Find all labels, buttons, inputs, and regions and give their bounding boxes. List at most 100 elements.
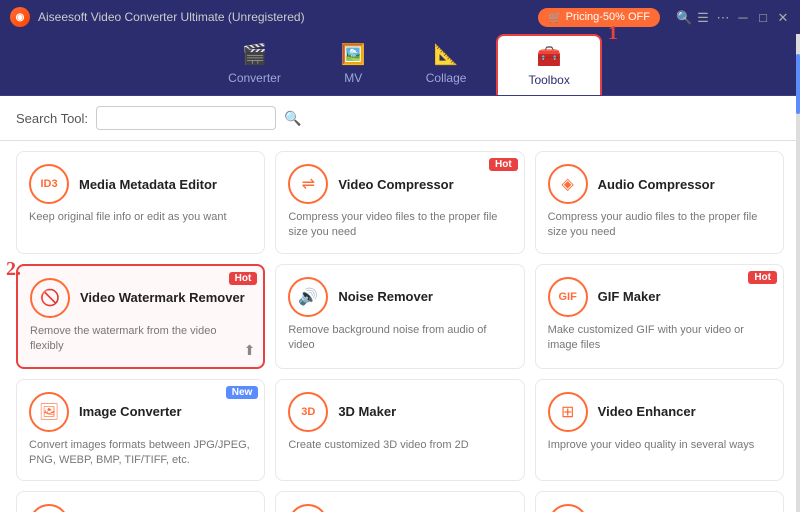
tool-icon-noise-remover: 🔊 [288,277,328,317]
tool-icon-3d-maker: 3D [288,392,328,432]
annotation-2: 2. [6,258,21,281]
tool-card-video-cropper[interactable]: ⊡ Video Cropper Crop the redundant video… [535,491,784,512]
tool-name-gif-maker: GIF Maker [598,289,771,304]
tool-icon-gif-maker: GIF [548,277,588,317]
search-input[interactable] [96,106,276,130]
tool-card-video-enhancer[interactable]: ⊞ Video Enhancer Improve your video qual… [535,379,784,482]
tool-card-header-video-cropper: ⊡ Video Cropper [548,504,771,512]
tool-icon-image-converter: 🖼 [29,392,69,432]
tool-info-gif-maker: GIF Maker [598,289,771,304]
tool-name-audio-compressor: Audio Compressor [598,177,771,192]
scrollbar-thumb [796,54,800,114]
search-label: Search Tool: [16,111,88,126]
tool-info-audio-compressor: Audio Compressor [598,177,771,192]
tool-name-media-metadata-editor: Media Metadata Editor [79,177,252,192]
tool-desc-audio-compressor: Compress your audio files to the proper … [548,210,771,241]
tool-desc-video-enhancer: Improve your video quality in several wa… [548,438,771,453]
settings-window-btn[interactable]: ⋯ [716,10,730,24]
nav-label-toolbox: Toolbox [528,73,569,87]
nav-bar: 🎬 Converter 🖼️ MV 📐 Collage 🧰 Toolbox 1 [0,34,800,96]
tool-card-gif-maker[interactable]: Hot GIF GIF Maker Make customized GIF wi… [535,264,784,369]
tool-card-video-trimmer[interactable]: ✂ Video Trimmer Trim or cut your videos … [16,491,265,512]
tool-card-header-video-watermark-remover: 🚫 Video Watermark Remover [30,278,251,318]
maximize-btn[interactable]: □ [756,10,770,24]
tool-name-image-converter: Image Converter [79,404,252,419]
tool-desc-gif-maker: Make customized GIF with your video or i… [548,323,771,354]
tool-name-noise-remover: Noise Remover [338,289,511,304]
tool-info-video-enhancer: Video Enhancer [598,404,771,419]
annotation-1: 1 [608,22,618,45]
tool-icon-video-cropper: ⊡ [548,504,588,512]
title-bar-right: 🛒 Pricing-50% OFF 🔍 ☰ ⋯ ─ □ ✕ [538,8,790,27]
search-window-btn[interactable]: 🔍 [676,10,690,24]
badge-image-converter: New [226,386,259,399]
nav-label-mv: MV [344,71,362,85]
nav-item-mv[interactable]: 🖼️ MV [311,34,396,95]
tool-icon-video-enhancer: ⊞ [548,392,588,432]
tool-icon-video-watermark-remover: 🚫 [30,278,70,318]
tool-card-video-watermark-remover[interactable]: 2. Hot 🚫 Video Watermark Remover Remove … [16,264,265,369]
tool-card-header-image-converter: 🖼 Image Converter [29,392,252,432]
tool-icon-media-metadata-editor: ID3 [29,164,69,204]
tool-card-header-video-compressor: ⇌ Video Compressor [288,164,511,204]
tool-card-media-metadata-editor[interactable]: ID3 Media Metadata Editor Keep original … [16,151,265,254]
tool-card-image-converter[interactable]: New 🖼 Image Converter Convert images for… [16,379,265,482]
tool-name-video-enhancer: Video Enhancer [598,404,771,419]
minimize-btn[interactable]: ─ [736,10,750,24]
toolbox-icon: 🧰 [537,44,562,69]
tool-info-3d-maker: 3D Maker [338,404,511,419]
tool-card-audio-compressor[interactable]: ◈ Audio Compressor Compress your audio f… [535,151,784,254]
tool-desc-image-converter: Convert images formats between JPG/JPEG,… [29,438,252,469]
close-btn[interactable]: ✕ [776,10,790,24]
tool-info-media-metadata-editor: Media Metadata Editor [79,177,252,192]
app-title: Aiseesoft Video Converter Ultimate (Unre… [38,10,305,24]
pricing-button[interactable]: 🛒 Pricing-50% OFF [538,8,660,27]
badge-video-watermark-remover: Hot [229,272,258,285]
tool-info-video-compressor: Video Compressor [338,177,511,192]
badge-video-compressor: Hot [489,158,518,171]
tool-card-header-media-metadata-editor: ID3 Media Metadata Editor [29,164,252,204]
tool-icon-video-compressor: ⇌ [288,164,328,204]
badge-gif-maker: Hot [748,271,777,284]
tool-name-3d-maker: 3D Maker [338,404,511,419]
tool-card-header-video-enhancer: ⊞ Video Enhancer [548,392,771,432]
tool-card-3d-maker[interactable]: 3D 3D Maker Create customized 3D video f… [275,379,524,482]
nav-item-converter[interactable]: 🎬 Converter [198,34,311,95]
tool-desc-media-metadata-editor: Keep original file info or edit as you w… [29,210,252,225]
menu-window-btn[interactable]: ☰ [696,10,710,24]
tool-info-image-converter: Image Converter [79,404,252,419]
mv-icon: 🖼️ [341,42,366,67]
tool-icon-video-trimmer: ✂ [29,504,69,512]
tool-card-noise-remover[interactable]: 🔊 Noise Remover Remove background noise … [275,264,524,369]
tool-card-video-compressor[interactable]: Hot ⇌ Video Compressor Compress your vid… [275,151,524,254]
title-bar: ◉ Aiseesoft Video Converter Ultimate (Un… [0,0,800,34]
tool-name-video-compressor: Video Compressor [338,177,511,192]
upload-icon: ⬆ [244,342,256,359]
scrollbar[interactable] [796,34,800,512]
search-icon[interactable]: 🔍 [284,110,301,127]
tool-icon-video-merger: ⊟ [288,504,328,512]
tool-card-header-noise-remover: 🔊 Noise Remover [288,277,511,317]
title-bar-left: ◉ Aiseesoft Video Converter Ultimate (Un… [10,7,305,27]
tool-card-header-video-trimmer: ✂ Video Trimmer [29,504,252,512]
tool-card-header-gif-maker: GIF GIF Maker [548,277,771,317]
tool-desc-noise-remover: Remove background noise from audio of vi… [288,323,511,354]
tool-name-video-watermark-remover: Video Watermark Remover [80,290,251,305]
tool-card-video-merger[interactable]: ⊟ Video Merger Merge multiple clips into… [275,491,524,512]
nav-label-converter: Converter [228,71,281,85]
tool-card-header-video-merger: ⊟ Video Merger [288,504,511,512]
converter-icon: 🎬 [242,42,267,67]
search-bar: Search Tool: 🔍 [0,96,800,141]
collage-icon: 📐 [434,42,459,67]
window-controls: 🔍 ☰ ⋯ ─ □ ✕ [676,10,790,24]
nav-item-toolbox[interactable]: 🧰 Toolbox 1 [496,34,601,95]
tool-desc-video-watermark-remover: Remove the watermark from the video flex… [30,324,251,355]
tool-info-noise-remover: Noise Remover [338,289,511,304]
tool-desc-video-compressor: Compress your video files to the proper … [288,210,511,241]
nav-label-collage: Collage [426,71,467,85]
tool-icon-audio-compressor: ◈ [548,164,588,204]
nav-item-collage[interactable]: 📐 Collage [396,34,497,95]
tool-info-video-watermark-remover: Video Watermark Remover [80,290,251,305]
tool-card-header-audio-compressor: ◈ Audio Compressor [548,164,771,204]
tool-desc-3d-maker: Create customized 3D video from 2D [288,438,511,453]
